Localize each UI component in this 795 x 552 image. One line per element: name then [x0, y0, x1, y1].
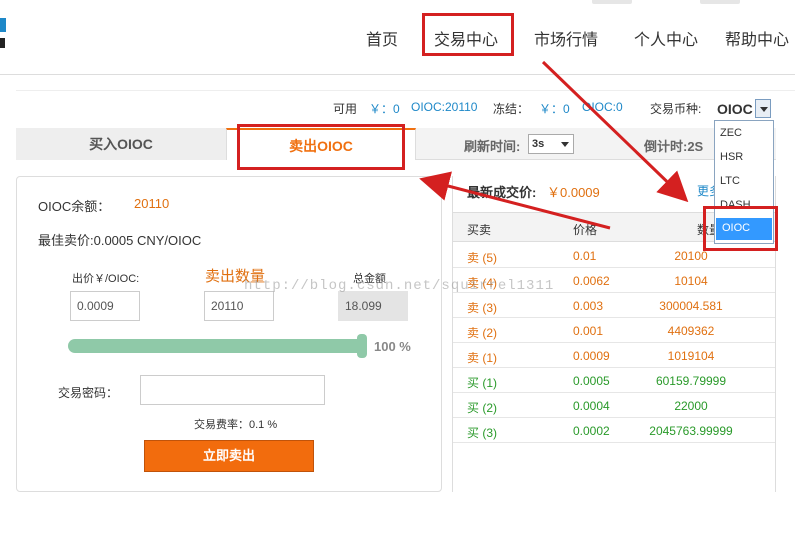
order-side: 卖 (2) [467, 326, 498, 340]
order-amount: 4409362 [667, 324, 715, 338]
frozen-cny: ￥：0 [539, 102, 570, 116]
balance-value: 20110 [134, 196, 170, 211]
nav-home[interactable]: 首页 [366, 26, 398, 50]
coin-option-zec[interactable]: ZEC [720, 127, 742, 139]
annotation-box-oioc-option [703, 206, 778, 251]
password-label: 交易密码： [58, 386, 119, 400]
table-row[interactable]: 买 (3) 0.0002 2045763.99999 [453, 418, 775, 443]
fee-rate: 交易费率：0.1 % [194, 419, 278, 431]
chevron-down-icon[interactable] [755, 99, 771, 118]
price-input[interactable]: 0.0009 [70, 291, 140, 321]
order-amount: 10104 [674, 274, 708, 288]
balance-label: OIOC余额： [38, 199, 111, 214]
amount-slider-handle[interactable] [357, 334, 367, 358]
annotation-box-sell-tab [237, 124, 405, 170]
table-row[interactable]: 卖 (3) 0.003 300004.581 [453, 293, 775, 318]
order-amount: 1019104 [667, 349, 715, 363]
refresh-interval-select[interactable]: 3s [528, 134, 574, 154]
quantity-input[interactable]: 20110 [204, 291, 274, 321]
order-amount: 20100 [674, 249, 708, 263]
table-row[interactable]: 卖 (1) 0.0009 1019104 [453, 343, 775, 368]
order-side: 买 (3) [467, 426, 498, 440]
order-amount: 300004.581 [659, 299, 723, 313]
price-input-value: 0.0009 [77, 299, 114, 313]
quantity-input-value: 20110 [211, 299, 244, 313]
order-side: 卖 (3) [467, 301, 498, 315]
order-side: 卖 (5) [467, 251, 498, 265]
sell-now-button[interactable]: 立即卖出 [144, 440, 314, 472]
nav-personal[interactable]: 个人中心 [634, 26, 698, 50]
table-row[interactable]: 卖 (2) 0.001 4409362 [453, 318, 775, 343]
best-sell-price: 最佳卖价:0.0005 CNY/OIOC [38, 233, 202, 248]
header-price: 价格 [573, 223, 598, 237]
frozen-label: 冻结： [493, 102, 530, 116]
header-divider [0, 74, 795, 75]
order-side: 卖 (1) [467, 351, 498, 365]
content-divider [16, 90, 795, 91]
coin-selector-label: 交易币种: [650, 102, 702, 116]
refresh-interval-value: 3s [532, 138, 545, 150]
order-price: 0.01 [573, 249, 597, 263]
nav-market[interactable]: 市场行情 [534, 26, 598, 50]
nav-help[interactable]: 帮助中心 [725, 26, 789, 50]
order-side: 买 (1) [467, 376, 498, 390]
coin-option-hsr[interactable]: HSR [720, 151, 743, 163]
available-cny: ￥：0 [369, 102, 400, 116]
order-amount: 60159.79999 [655, 374, 727, 388]
table-row[interactable]: 买 (1) 0.0005 60159.79999 [453, 368, 775, 393]
price-label: 出价￥/OIOC: [72, 273, 140, 285]
refresh-countdown: 倒计时:2S [644, 139, 704, 154]
available-label: 可用 [333, 102, 358, 116]
amount-slider-track[interactable] [68, 339, 366, 353]
order-price: 0.0004 [573, 399, 610, 413]
latest-price-value: ￥0.0009 [547, 185, 600, 200]
order-side: 买 (2) [467, 401, 498, 415]
coin-select-value: OIOC [717, 101, 753, 117]
total-amount-field: 18.099 [338, 291, 408, 321]
latest-price-label: 最新成交价: [467, 185, 537, 200]
order-price: 0.0009 [573, 349, 610, 363]
order-price: 0.0062 [573, 274, 610, 288]
refresh-label: 刷新时间: [464, 139, 521, 154]
order-amount: 2045763.99999 [649, 424, 733, 438]
order-amount: 22000 [674, 399, 708, 413]
site-logo [0, 18, 8, 52]
trade-password-input[interactable] [140, 375, 325, 405]
slider-percent: 100 % [374, 339, 411, 354]
top-bar-button[interactable] [700, 0, 740, 4]
tab-buy[interactable]: 买入OIOC [16, 128, 226, 160]
order-price: 0.001 [573, 324, 604, 338]
total-amount-value: 18.099 [345, 299, 382, 313]
annotation-box-trade-center [422, 13, 514, 56]
order-price: 0.0002 [573, 424, 610, 438]
coin-select[interactable]: OIOC [715, 98, 771, 120]
frozen-coin: OIOC:0 [582, 100, 623, 114]
order-price: 0.0005 [573, 374, 610, 388]
top-bar-button[interactable] [592, 0, 632, 4]
order-price: 0.003 [573, 299, 604, 313]
header-side: 买卖 [467, 223, 492, 237]
table-row[interactable]: 买 (2) 0.0004 22000 [453, 393, 775, 418]
watermark-text: http://blog.csdn.net/squirrel1311 [244, 278, 555, 294]
available-coin: OIOC:20110 [411, 100, 478, 114]
coin-option-ltc[interactable]: LTC [720, 175, 740, 187]
